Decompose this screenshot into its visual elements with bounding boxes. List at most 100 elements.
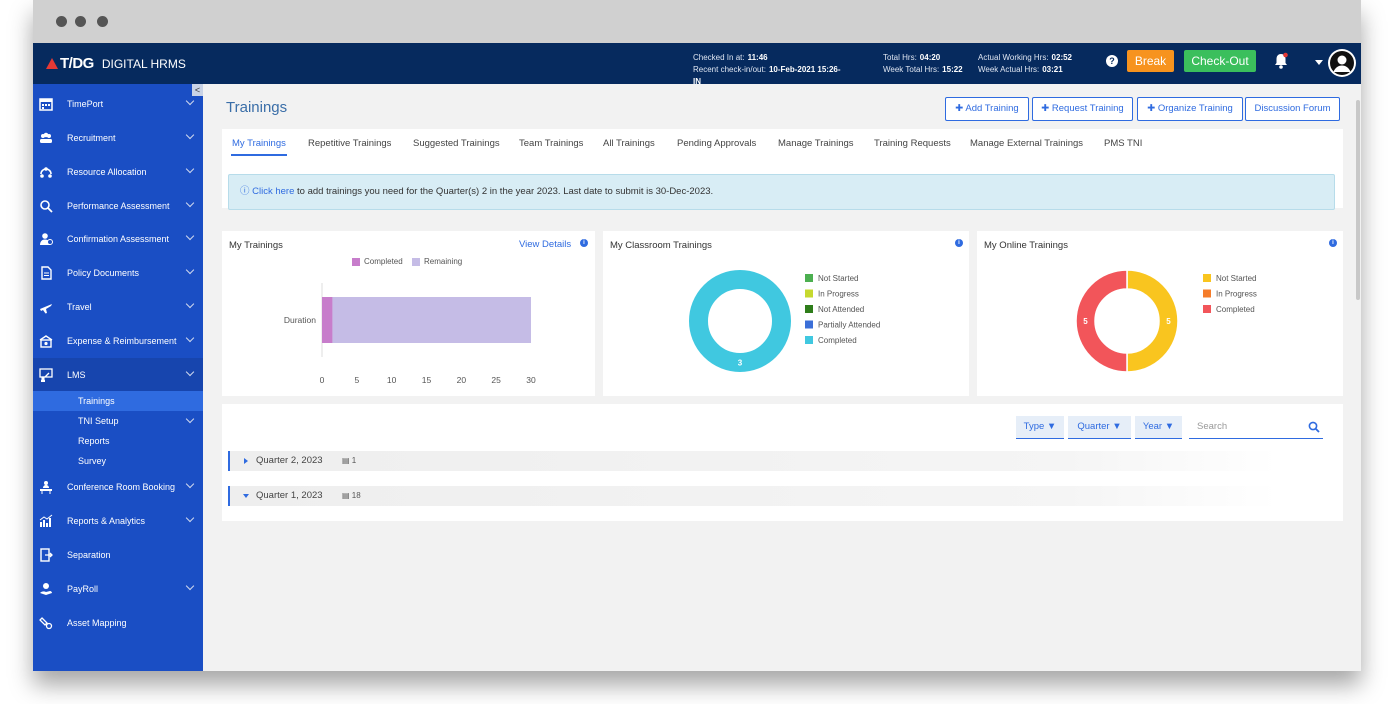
sidebar-item-reports-analytics[interactable]: Reports & Analytics xyxy=(33,504,203,537)
sidebar-subitem-survey[interactable]: Survey xyxy=(33,451,203,471)
collapse-arrow-icon[interactable] xyxy=(243,494,249,498)
book-icon: ▤ xyxy=(342,491,352,500)
meeting-icon xyxy=(40,480,52,494)
help-icon[interactable]: ? xyxy=(1106,55,1118,67)
tab-my-trainings[interactable]: My Trainings xyxy=(231,138,287,156)
plus-icon: ✚ xyxy=(1041,103,1052,114)
sidebar-subitem-trainings[interactable]: Trainings xyxy=(33,391,203,411)
sidebar-item-label: TimePort xyxy=(67,98,104,109)
sidebar-item-label: Performance Assessment xyxy=(67,200,170,211)
legend-swatch xyxy=(805,336,813,344)
sidebar-item-lms[interactable]: LMS xyxy=(33,358,203,391)
sidebar-item-timeport[interactable]: TimePort xyxy=(33,87,203,120)
training-count: ▤ 18 xyxy=(342,486,361,506)
chevron-down-icon xyxy=(185,164,195,174)
break-button[interactable]: Break xyxy=(1127,50,1174,72)
legend-label: Completed xyxy=(818,336,857,345)
main-content: Trainings ✚ Add Training ✚ Request Train… xyxy=(203,84,1361,671)
x-tick-label: 10 xyxy=(387,375,397,385)
checkout-button[interactable]: Check-Out xyxy=(1184,50,1256,72)
user-menu-caret-icon[interactable] xyxy=(1315,60,1323,65)
sidebar-subitem-tni-setup[interactable]: TNI Setup xyxy=(33,411,203,431)
tab-manage-trainings[interactable]: Manage Trainings xyxy=(778,138,854,149)
user-avatar[interactable] xyxy=(1328,49,1356,77)
sidebar-item-separation[interactable]: Separation xyxy=(33,538,203,571)
sidebar-item-policy-documents[interactable]: Policy Documents xyxy=(33,256,203,289)
sidebar-item-conference-room-booking[interactable]: Conference Room Booking xyxy=(33,470,203,503)
add-training-label: Add Training xyxy=(965,103,1019,114)
tab-team-trainings[interactable]: Team Trainings xyxy=(519,138,583,149)
window-dot-2[interactable] xyxy=(75,16,86,27)
brand-name: T/DG xyxy=(60,55,94,72)
actual-hrs-label: Actual Working Hrs: xyxy=(978,53,1049,62)
sidebar-item-confirmation-assessment[interactable]: Confirmation Assessment xyxy=(33,222,203,255)
tab-pending-approvals[interactable]: Pending Approvals xyxy=(677,138,756,149)
notice-text: to add trainings you need for the Quarte… xyxy=(294,186,714,197)
sidebar-item-performance-assessment[interactable]: Performance Assessment xyxy=(33,189,203,222)
discussion-forum-button[interactable]: Discussion Forum xyxy=(1245,97,1340,121)
quarter-label: Quarter 2, 2023 xyxy=(256,455,323,466)
app-logo[interactable]: T/DG DIGITAL HRMS xyxy=(46,55,186,72)
bar-completed xyxy=(322,297,333,343)
sidebar-item-payroll[interactable]: PayRoll xyxy=(33,572,203,605)
legend-swatch xyxy=(805,289,813,298)
legend-label: Partially Attended xyxy=(818,321,880,330)
window-dot-3[interactable] xyxy=(97,16,108,27)
tab-repetitive-trainings[interactable]: Repetitive Trainings xyxy=(308,138,391,149)
expand-arrow-icon[interactable] xyxy=(244,458,248,464)
organize-training-button[interactable]: ✚ Organize Training xyxy=(1137,97,1243,121)
week-actual-value: 03:21 xyxy=(1042,65,1063,74)
plus-icon: ✚ xyxy=(955,103,966,114)
window-dot-1[interactable] xyxy=(56,16,67,27)
sidebar-item-label: Expense & Reimbursement xyxy=(67,335,177,346)
sidebar-item-travel[interactable]: Travel xyxy=(33,290,203,323)
search-input[interactable]: Search xyxy=(1189,416,1323,439)
search-icon[interactable] xyxy=(1308,421,1320,433)
sidebar-item-label: LMS xyxy=(67,369,86,380)
slice-completed xyxy=(689,270,791,372)
hours-info: Total Hrs: 04:20 Week Total Hrs: 15:22 xyxy=(883,52,978,76)
slice-value-label: 5 xyxy=(1083,317,1088,326)
sidebar-item-resource-allocation[interactable]: Resource Allocation xyxy=(33,155,203,188)
notice-panel: ⓘ Click here to add trainings you need f… xyxy=(222,159,1343,210)
year-filter-button[interactable]: Year ▼ xyxy=(1135,416,1182,439)
week-total-label: Week Total Hrs: xyxy=(883,65,940,74)
week-actual-label: Week Actual Hrs: xyxy=(978,65,1040,74)
request-training-button[interactable]: ✚ Request Training xyxy=(1032,97,1133,121)
notification-bell-icon[interactable] xyxy=(1273,52,1289,70)
tab-manage-external-trainings[interactable]: Manage External Trainings xyxy=(970,138,1083,149)
chevron-down-icon xyxy=(185,198,195,208)
tab-pms-tni[interactable]: PMS TNI xyxy=(1104,138,1142,149)
chevron-down-icon xyxy=(185,479,195,489)
tab-training-requests[interactable]: Training Requests xyxy=(874,138,951,149)
click-here-link[interactable]: Click here xyxy=(252,186,294,197)
checkin-info: Checked In at: 11:46 Recent check-in/out:… xyxy=(693,52,843,88)
sidebar-item-recruitment[interactable]: Recruitment xyxy=(33,121,203,154)
sidebar-item-label: PayRoll xyxy=(67,583,99,594)
legend-swatch xyxy=(805,320,813,329)
sidebar-subitem-reports[interactable]: Reports xyxy=(33,431,203,451)
add-training-button[interactable]: ✚ Add Training xyxy=(945,97,1029,121)
people-icon xyxy=(40,132,52,143)
sidebar-item-label: Policy Documents xyxy=(67,267,140,278)
type-filter-button[interactable]: Type ▼ xyxy=(1016,416,1064,439)
page-scrollbar[interactable] xyxy=(1356,100,1360,300)
money-icon xyxy=(39,334,53,348)
tab-suggested-trainings[interactable]: Suggested Trainings xyxy=(413,138,500,149)
classroom-icon xyxy=(39,367,53,382)
sidebar-item-asset-mapping[interactable]: Asset Mapping xyxy=(33,606,203,639)
sidebar-item-expense-reimbursement[interactable]: Expense & Reimbursement xyxy=(33,324,203,357)
payroll-icon xyxy=(40,582,52,595)
quarter-row-q1-2023[interactable]: Quarter 1, 2023 ▤ 18 xyxy=(228,486,1278,506)
training-tabs: My Trainings Repetitive Trainings Sugges… xyxy=(222,129,1343,159)
tab-all-trainings[interactable]: All Trainings xyxy=(603,138,655,149)
sidebar-subitem-label: Reports xyxy=(78,436,110,446)
legend-label: Completed xyxy=(1216,305,1255,314)
category-label: Duration xyxy=(284,315,316,325)
quarter-row-q2-2023[interactable]: Quarter 2, 2023 ▤ 1 xyxy=(228,451,1278,471)
quarter-filter-button[interactable]: Quarter ▼ xyxy=(1068,416,1131,439)
sidebar-item-label: Recruitment xyxy=(67,132,116,143)
chevron-down-icon xyxy=(185,130,195,140)
legend-label: Not Started xyxy=(1216,274,1256,283)
request-training-label: Request Training xyxy=(1051,103,1124,114)
